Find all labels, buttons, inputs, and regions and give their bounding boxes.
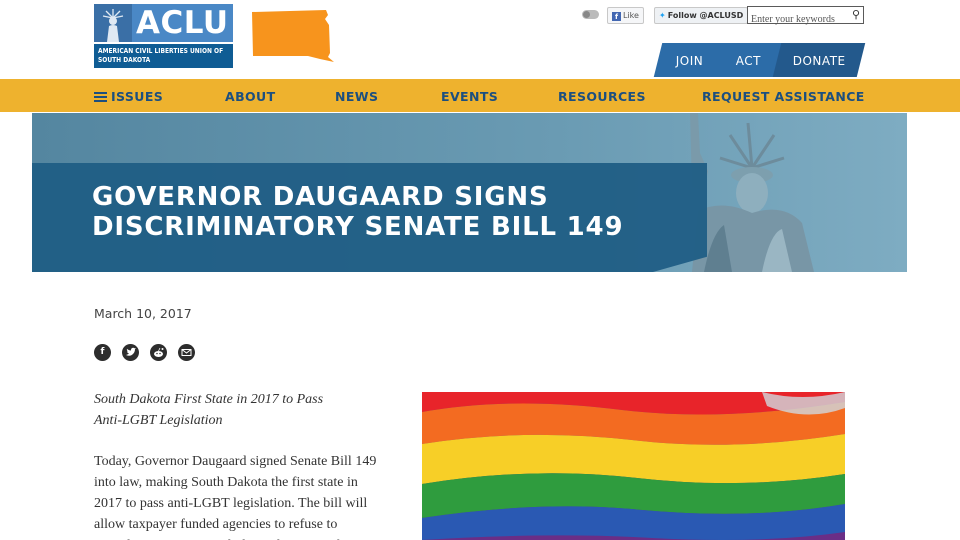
reddit-icon[interactable] — [150, 344, 167, 361]
rainbow-flag-image — [422, 392, 845, 540]
search-box: ⚲ — [747, 6, 864, 27]
twitter-icon[interactable] — [122, 344, 139, 361]
donate-button[interactable]: DONATE — [772, 43, 866, 77]
south-dakota-map-icon — [252, 10, 334, 62]
nav-item-about[interactable]: ABOUT — [225, 79, 276, 112]
nav-item-request-assistance[interactable]: REQUEST ASSISTANCE — [702, 79, 865, 112]
page-title: GOVERNOR DAUGAARD SIGNS DISCRIMINATORY S… — [92, 182, 624, 242]
statue-of-liberty-icon — [94, 4, 132, 42]
like-label: Like — [623, 11, 639, 20]
facebook-icon: f — [612, 12, 621, 21]
logo-subtitle: AMERICAN CIVIL LIBERTIES UNION of SOUTH … — [94, 44, 233, 68]
email-icon[interactable] — [178, 344, 195, 361]
twitter-bird-icon: ✦ — [659, 11, 666, 20]
facebook-like-button[interactable]: f Like — [607, 7, 644, 24]
follow-label: Follow @ACLUSD — [667, 11, 744, 20]
nav-item-events[interactable]: EVENTS — [441, 79, 498, 112]
aclu-logo[interactable]: ACLU AMERICAN CIVIL LIBERTIES UNION of S… — [94, 4, 233, 68]
toggle-switch[interactable] — [582, 10, 599, 19]
donate-label: DONATE — [792, 54, 846, 68]
article-body: Today, Governor Daugaard signed Senate B… — [94, 454, 377, 540]
logo-top-band: ACLU — [94, 4, 233, 42]
search-input[interactable] — [751, 12, 847, 27]
main-nav: ISSUES ABOUT NEWS EVENTS RESOURCES REQUE… — [0, 79, 960, 112]
search-icon[interactable]: ⚲ — [852, 8, 860, 21]
nav-item-resources[interactable]: RESOURCES — [558, 79, 646, 112]
facebook-icon[interactable]: f — [94, 344, 111, 361]
act-label: ACT — [736, 54, 762, 68]
article-date: March 10, 2017 — [94, 306, 192, 321]
hero-banner: GOVERNOR DAUGAARD SIGNS DISCRIMINATORY S… — [32, 113, 907, 272]
twitter-follow-button[interactable]: ✦ Follow @ACLUSD — [654, 7, 749, 24]
nav-item-news[interactable]: NEWS — [335, 79, 378, 112]
nav-label-issues: ISSUES — [111, 89, 164, 104]
nav-item-issues[interactable]: ISSUES — [94, 79, 163, 112]
logo-wordmark: ACLU — [136, 5, 229, 41]
join-label: JOIN — [676, 54, 704, 68]
hamburger-menu-icon — [94, 92, 107, 102]
article-subheading: South Dakota First State in 2017 to Pass… — [94, 392, 324, 428]
